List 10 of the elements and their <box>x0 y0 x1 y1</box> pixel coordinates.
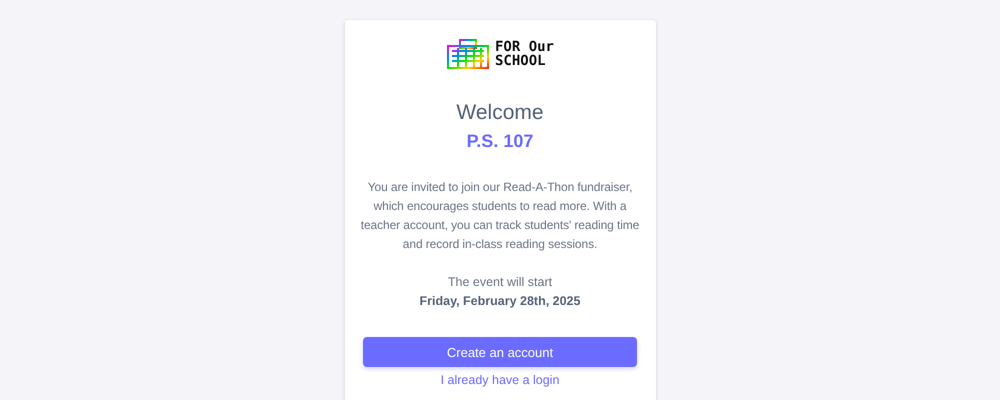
event-date: Friday, February 28th, 2025 <box>420 293 580 310</box>
login-link[interactable]: I already have a login <box>440 372 560 388</box>
school-building-icon <box>446 38 490 70</box>
event-label: The event will start <box>448 274 552 291</box>
school-name: P.S. 107 <box>466 130 534 152</box>
welcome-heading: Welcome <box>456 100 544 126</box>
create-account-button[interactable]: Create an account <box>363 337 637 367</box>
logo-text: SCHOOL <box>494 54 547 68</box>
intro-paragraph: You are invited to join our Read-A-Thon fundraiser, which encourages students to read more. With a teacher account, you can track students' reading time and record in-class reading sessions. <box>360 179 640 253</box>
logo-text: FOR Our <box>494 40 554 54</box>
